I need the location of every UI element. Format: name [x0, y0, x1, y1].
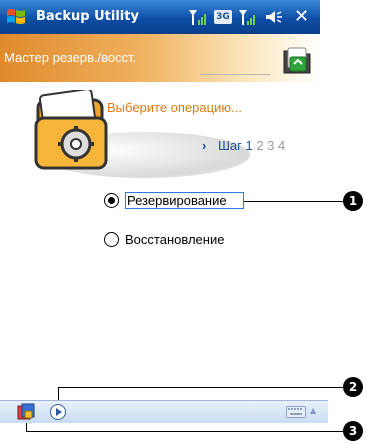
- operation-prompt: Выберите операцию...: [107, 100, 242, 115]
- callout-line-2: [58, 387, 344, 388]
- app-title: Backup Utility: [36, 9, 139, 24]
- input-menu-arrow-icon[interactable]: ▲: [310, 406, 316, 415]
- play-icon: [56, 408, 62, 416]
- windows-start-icon[interactable]: [5, 6, 27, 28]
- keyboard-icon[interactable]: [286, 406, 306, 418]
- signal-strength-icon[interactable]: [238, 8, 258, 26]
- callout-1: 1: [343, 191, 363, 211]
- next-button[interactable]: [50, 404, 66, 420]
- phone-signal-icon[interactable]: [188, 8, 208, 26]
- header-divider: [200, 74, 270, 75]
- status-area: 3G ✕: [188, 7, 309, 27]
- callout-line-3: [26, 431, 344, 432]
- step-label: Шаг: [217, 138, 242, 153]
- backup-folder-icon: [283, 47, 311, 74]
- bottom-bar: ▲: [0, 400, 328, 423]
- step-arrow-icon: ›: [202, 138, 207, 153]
- radio-restore[interactable]: Восстановление: [104, 232, 240, 247]
- wizard-title: Мастер резерв./восст.: [4, 50, 137, 65]
- operation-panel: Выберите операцию... › Шаг 1 2 3 4: [30, 86, 320, 186]
- other-steps: 2 3 4: [256, 138, 286, 153]
- settings-folder-icon: [34, 90, 108, 170]
- callout-line-1: [244, 201, 344, 202]
- radio-backup-button[interactable]: [104, 193, 119, 208]
- close-button[interactable]: ✕: [294, 8, 309, 26]
- backup-app-icon[interactable]: [17, 403, 35, 421]
- callout-3: 3: [343, 421, 363, 441]
- step-indicator: › Шаг 1 2 3 4: [202, 138, 285, 153]
- network-3g-badge[interactable]: 3G: [214, 10, 232, 24]
- current-step: 1: [245, 138, 253, 153]
- radio-restore-button[interactable]: [104, 232, 119, 247]
- radio-restore-label[interactable]: Восстановление: [125, 232, 240, 247]
- callout-2: 2: [343, 377, 363, 397]
- volume-icon[interactable]: [264, 8, 284, 26]
- title-bar: Backup Utility 3G ✕: [0, 0, 320, 34]
- radio-backup[interactable]: Резервирование: [104, 192, 244, 209]
- wizard-header: Мастер резерв./восст.: [0, 34, 320, 82]
- radio-backup-label[interactable]: Резервирование: [125, 192, 244, 209]
